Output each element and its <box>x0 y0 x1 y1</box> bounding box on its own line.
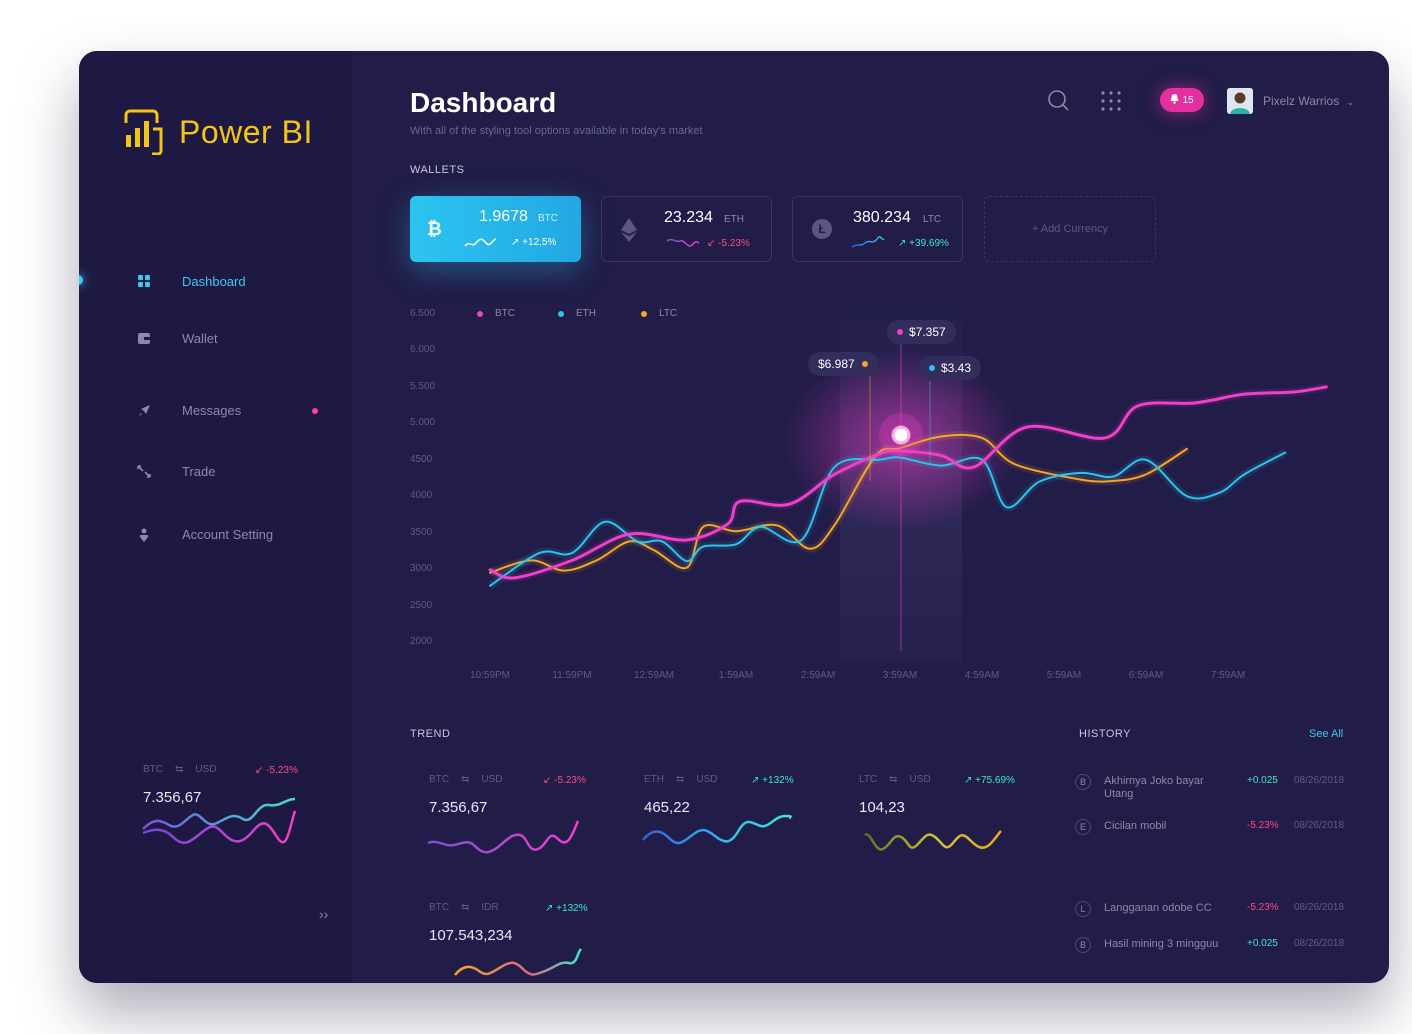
trend-change: ↗ +132% <box>751 775 794 786</box>
bitcoin-icon: B <box>1075 774 1091 790</box>
see-all-link[interactable]: See All <box>1309 728 1343 740</box>
litecoin-icon: L <box>1075 901 1091 917</box>
trend-change: ↗ +132% <box>545 903 588 914</box>
swap-icon: ⇆ <box>676 774 685 785</box>
history-amount: -5.23% <box>1247 902 1279 913</box>
pair-to: USD <box>696 774 718 785</box>
tooltip-dot <box>929 365 935 371</box>
history-title: Hasil mining 3 mingguu <box>1104 938 1219 950</box>
arrow-down-icon: ↙ <box>255 765 267 776</box>
trend-label: TREND <box>410 728 451 740</box>
tooltip-dot <box>897 329 903 335</box>
trend-change-value: +132% <box>762 775 794 786</box>
ticker-from: BTC <box>143 764 163 775</box>
history-date: 08/26/2018 <box>1294 938 1345 949</box>
pair-to: IDR <box>481 902 499 913</box>
history-date: 08/26/2018 <box>1294 775 1345 786</box>
trend-change-value: +132% <box>556 903 588 914</box>
pair-to: USD <box>481 774 503 785</box>
history-amount: +0.025 <box>1247 938 1278 949</box>
pair-from: BTC <box>429 774 449 785</box>
app-window: Power BI Dashboard Wallet Messages Trade… <box>79 51 1389 983</box>
tooltip-value: $7.357 <box>909 325 946 339</box>
trend-sparkline <box>642 814 793 845</box>
pair-to: USD <box>909 774 931 785</box>
history-title: Cicilan mobil <box>1104 820 1167 832</box>
line-chart-plot <box>487 286 1328 661</box>
pair-from: LTC <box>859 774 878 785</box>
trend-pair: ETH ⇆ USD <box>644 774 730 785</box>
collapse-sidebar-button[interactable]: ›› <box>319 906 328 922</box>
trend-pair: LTC ⇆ USD <box>859 774 943 785</box>
trend-pair: BTC ⇆ IDR <box>429 902 511 913</box>
arrow-up-icon: ↗ <box>964 775 976 786</box>
ethereum-icon: E <box>1075 819 1091 835</box>
sidebar-ticker-pair: BTC ⇆ USD <box>143 764 229 775</box>
trend-value: 104,23 <box>859 799 905 816</box>
trend-pair: BTC ⇆ USD <box>429 774 515 785</box>
pair-from: BTC <box>429 902 449 913</box>
tooltip-dot <box>861 361 868 367</box>
trend-sparkline <box>427 820 580 854</box>
trend-change: ↗ +75.69% <box>964 775 1015 786</box>
swap-icon: ⇆ <box>889 774 898 785</box>
history-date: 08/26/2018 <box>1294 902 1345 913</box>
swap-icon: ⇆ <box>175 764 184 775</box>
bitcoin-icon: B <box>1075 937 1091 953</box>
arrow-up-icon: ↗ <box>751 775 763 786</box>
arrow-down-icon: ↙ <box>543 775 555 786</box>
tooltip-btc: $7.357 <box>887 320 956 344</box>
history-title: Akhirnya Joko bayar Utang <box>1104 775 1204 800</box>
history-title: Langganan odobe CC <box>1104 902 1212 914</box>
trend-sparkline <box>864 830 1002 851</box>
tooltip-eth: $3.43 <box>919 356 982 380</box>
tooltip-value: $3.43 <box>941 361 972 375</box>
swap-icon: ⇆ <box>461 774 470 785</box>
tooltip-ltc: $6.987 <box>808 352 878 376</box>
history-date: 08/26/2018 <box>1294 820 1345 831</box>
swap-icon: ⇆ <box>461 902 470 913</box>
trend-change-value: +75.69% <box>975 775 1015 786</box>
arrow-up-icon: ↗ <box>545 903 557 914</box>
focus-point[interactable] <box>891 425 911 445</box>
history-label: HISTORY <box>1079 728 1131 740</box>
history-amount: +0.025 <box>1247 775 1278 786</box>
history-amount: -5.23% <box>1247 820 1279 831</box>
pair-from: ETH <box>644 774 664 785</box>
trend-change: ↙ -5.23% <box>543 775 586 786</box>
sidebar-sparkline <box>142 797 297 845</box>
sidebar-ticker-change: ↙ -5.23% <box>255 765 298 776</box>
ticker-change-value: -5.23% <box>266 765 298 776</box>
trend-change-value: -5.23% <box>554 775 586 786</box>
tooltip-value: $6.987 <box>818 357 855 371</box>
ticker-to: USD <box>195 764 217 775</box>
trend-sparkline <box>454 948 582 976</box>
